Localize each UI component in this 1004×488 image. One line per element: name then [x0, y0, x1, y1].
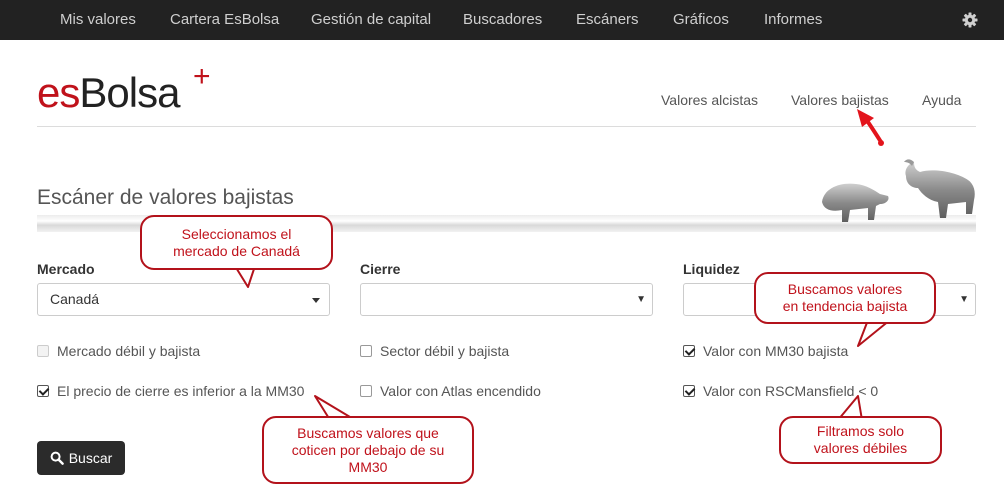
- search-icon: [50, 451, 64, 465]
- mercado-select-value: Canadá: [50, 291, 100, 307]
- topnav-informes[interactable]: Informes: [764, 0, 822, 40]
- callout-tendencia: Buscamos valores en tendencia bajista: [754, 272, 936, 324]
- subnav-valores-bajistas[interactable]: Valores bajistas: [791, 92, 889, 108]
- callout-line: Seleccionamos el: [181, 225, 292, 242]
- logo-plus: +: [193, 60, 211, 93]
- subnav-valores-alcistas[interactable]: Valores alcistas: [661, 92, 758, 108]
- check-cierre-inferior-mm30[interactable]: El precio de cierre es inferior a la MM3…: [37, 383, 304, 399]
- mercado-label: Mercado: [37, 261, 95, 277]
- logo-es: es: [37, 69, 80, 116]
- topnav-cartera-esbolsa[interactable]: Cartera EsBolsa: [170, 0, 279, 40]
- dropdown-arrow-icon: ▼: [959, 294, 969, 305]
- callout-line: en tendencia bajista: [782, 298, 908, 314]
- check-atlas-encendido[interactable]: Valor con Atlas encendido: [360, 383, 541, 399]
- topnav-gestion-capital[interactable]: Gestión de capital: [311, 0, 431, 40]
- callout-mercado: Seleccionamos el mercado de Canadá: [140, 215, 333, 270]
- check-sector-debil[interactable]: Sector débil y bajista: [360, 343, 509, 359]
- checkbox-checked[interactable]: [683, 345, 695, 357]
- check-label: Valor con RSCMansfield < 0: [703, 383, 879, 399]
- bull-bear-illustration: [822, 159, 975, 222]
- checkbox[interactable]: [360, 345, 372, 357]
- callout-line: coticen por debajo de su: [291, 441, 445, 458]
- callout-mm30: Buscamos valores que coticen por debajo …: [262, 416, 474, 484]
- checkbox-checked[interactable]: [37, 385, 49, 397]
- subnav-ayuda[interactable]: Ayuda: [922, 92, 961, 108]
- check-label: Sector débil y bajista: [380, 343, 510, 359]
- checkbox-checked[interactable]: [683, 385, 695, 397]
- callout-line: Buscamos valores que: [297, 424, 439, 441]
- cierre-label: Cierre: [360, 261, 401, 277]
- page-title: Escáner de valores bajistas: [37, 186, 294, 209]
- esbolsa-logo[interactable]: esBolsa +: [37, 62, 211, 116]
- buscar-label: Buscar: [68, 450, 113, 466]
- check-label: Valor con MM30 bajista: [703, 343, 849, 359]
- checkbox[interactable]: [360, 385, 372, 397]
- callout-line: valores débiles: [813, 440, 908, 456]
- callout-line: MM30: [348, 458, 388, 475]
- dropdown-arrow-icon: ▼: [636, 294, 646, 305]
- arrow-tail-dot: [878, 140, 884, 146]
- header-divider: [37, 126, 976, 127]
- topnav-graficos[interactable]: Gráficos: [673, 0, 729, 40]
- check-rscmansfield[interactable]: Valor con RSCMansfield < 0: [683, 383, 878, 399]
- callout-debiles: Filtramos solo valores débiles: [779, 416, 942, 464]
- check-mercado-debil[interactable]: Mercado débil y bajista: [37, 343, 200, 359]
- topnav-escaners[interactable]: Escáners: [576, 0, 639, 40]
- mercado-select[interactable]: Canadá: [37, 283, 330, 316]
- logo-bolsa: Bolsa: [79, 69, 180, 116]
- buscar-button[interactable]: Buscar: [37, 441, 125, 475]
- callout-line: Buscamos valores: [787, 281, 903, 297]
- topnav-buscadores[interactable]: Buscadores: [463, 0, 542, 40]
- callout-line: mercado de Canadá: [173, 242, 300, 259]
- check-label: El precio de cierre es inferior a la MM3…: [57, 383, 305, 399]
- check-label: Valor con Atlas encendido: [380, 383, 541, 399]
- topnav-mis-valores[interactable]: Mis valores: [60, 0, 136, 40]
- check-mm30-bajista[interactable]: Valor con MM30 bajista: [683, 343, 848, 359]
- cierre-select[interactable]: ▼: [360, 283, 653, 316]
- top-navbar: Mis valores Cartera EsBolsa Gestión de c…: [0, 0, 1004, 40]
- callout-line: Filtramos solo: [816, 423, 905, 439]
- checkbox[interactable]: [37, 345, 49, 357]
- arrow-head-icon: [857, 109, 874, 127]
- gear-icon[interactable]: [960, 10, 980, 30]
- red-arrow-icon: [866, 120, 883, 144]
- caret-down-icon: [312, 298, 320, 303]
- check-label: Mercado débil y bajista: [57, 343, 201, 359]
- liquidez-label: Liquidez: [683, 261, 740, 277]
